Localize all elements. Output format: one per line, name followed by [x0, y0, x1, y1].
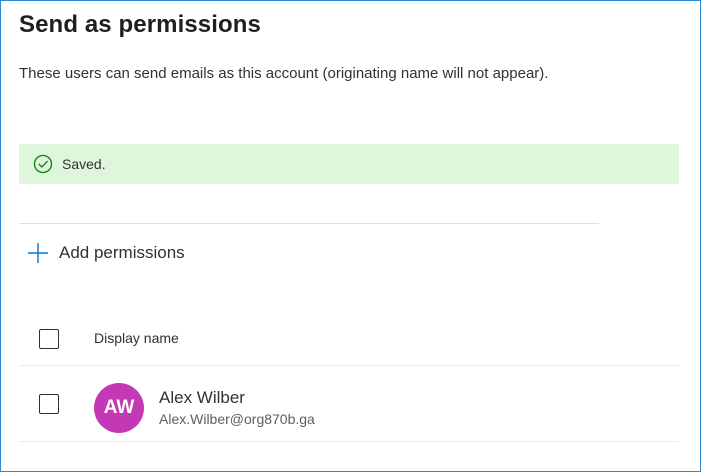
avatar-initials: AW — [103, 397, 135, 418]
avatar: AW — [94, 383, 144, 433]
row-checkbox[interactable] — [39, 394, 59, 414]
checkmark-circle-icon — [33, 154, 53, 174]
success-banner: Saved. — [19, 144, 679, 184]
divider — [19, 223, 599, 224]
select-all-checkbox[interactable] — [39, 329, 59, 349]
add-permissions-button[interactable]: Add permissions — [27, 240, 185, 266]
add-permissions-label: Add permissions — [59, 243, 185, 262]
column-header-display-name[interactable]: Display name — [94, 330, 179, 346]
send-as-permissions-panel: Send as permissions These users can send… — [0, 0, 701, 472]
page-title: Send as permissions — [19, 11, 261, 38]
table-header-row: Display name — [19, 313, 679, 366]
panel-description: These users can send emails as this acco… — [19, 65, 549, 82]
user-display-name: Alex Wilber — [159, 388, 245, 407]
banner-message: Saved. — [62, 156, 106, 172]
plus-icon — [27, 242, 49, 264]
user-email: Alex.Wilber@org870b.ga — [159, 411, 315, 427]
table-row[interactable]: AW Alex Wilber Alex.Wilber@org870b.ga — [19, 366, 679, 442]
